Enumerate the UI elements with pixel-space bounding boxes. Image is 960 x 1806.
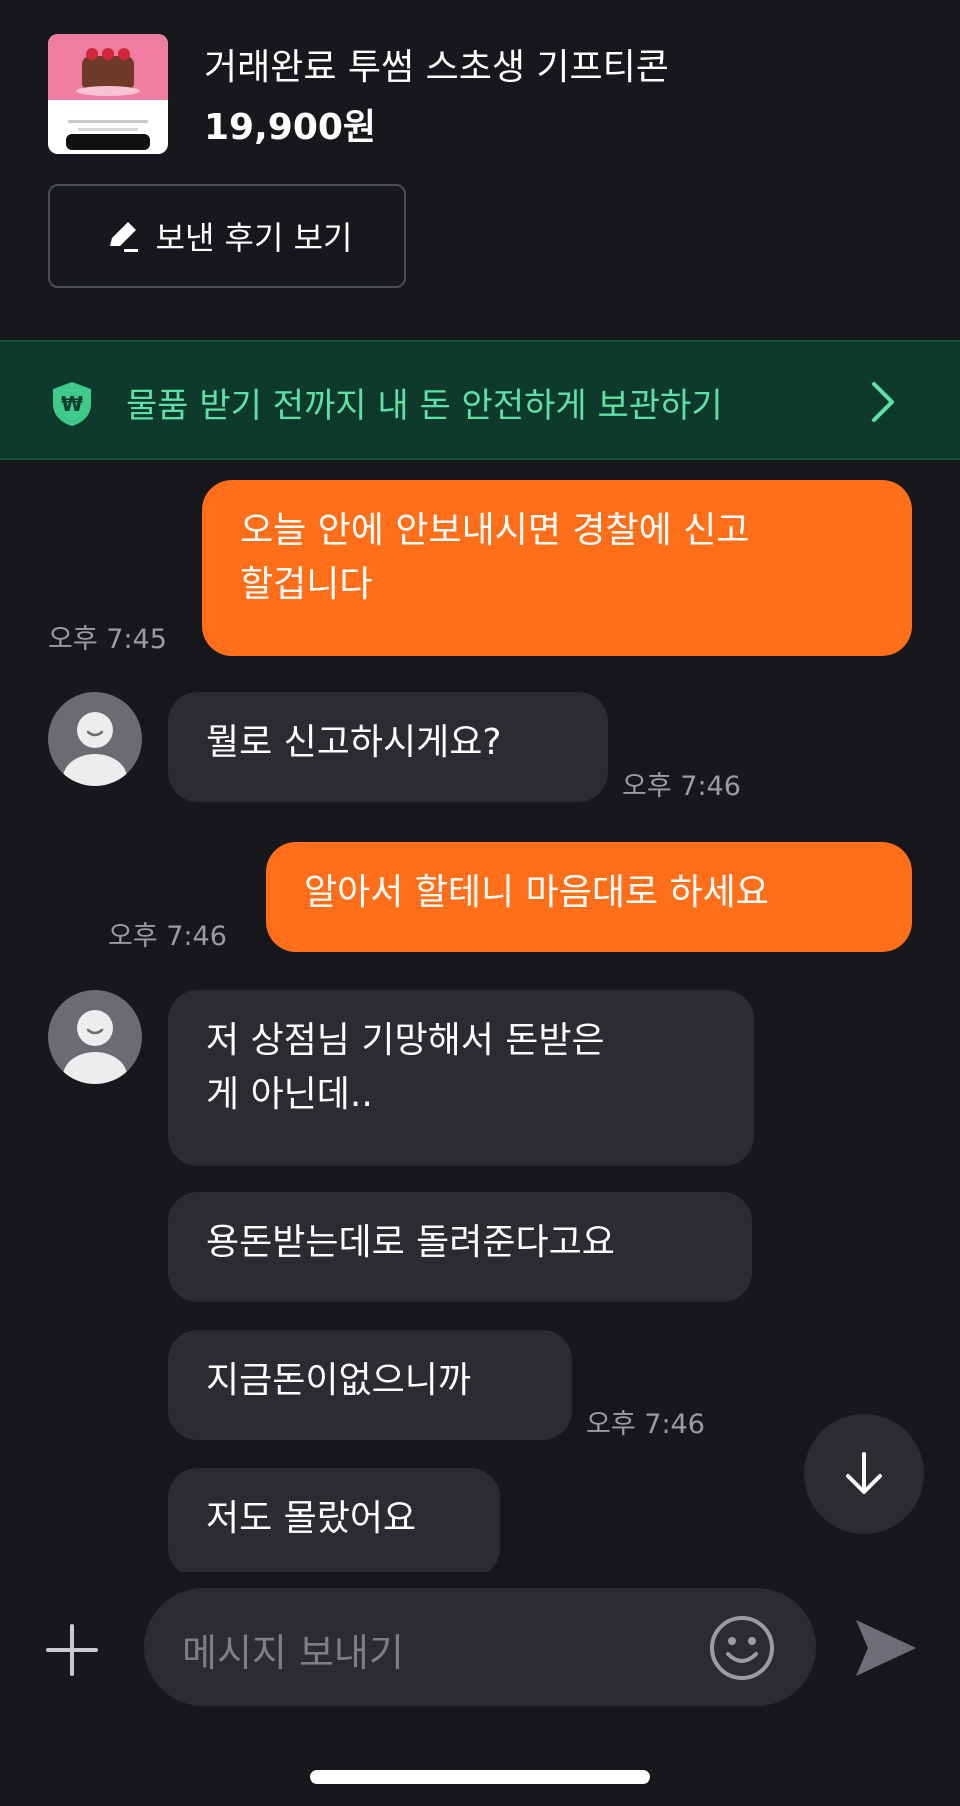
avatar[interactable]	[48, 692, 142, 786]
message-time: 오후 7:46	[108, 921, 227, 952]
default-user-icon	[63, 712, 127, 786]
pencil-icon	[109, 222, 138, 252]
outgoing-message[interactable]: 오늘 안에 안보내시면 경찰에 신고 할겁니다	[202, 480, 912, 656]
message-input-placeholder: 메시지 보내기	[182, 1631, 404, 1675]
product-thumbnail[interactable]	[48, 34, 168, 154]
default-user-icon	[63, 1010, 127, 1084]
banner-text: 물품 받기 전까지 내 돈 안전하게 보관하기	[126, 386, 723, 426]
plus-icon[interactable]	[42, 1620, 102, 1680]
incoming-message[interactable]: 용돈받는데로 돌려준다고요	[168, 1192, 752, 1302]
outgoing-message[interactable]: 알아서 할테니 마음대로 하세요	[266, 842, 912, 952]
emoji-icon[interactable]	[708, 1614, 776, 1682]
avatar[interactable]	[48, 990, 142, 1084]
message-time: 오후 7:46	[622, 771, 741, 802]
safe-payment-banner[interactable]: ₩ 물품 받기 전까지 내 돈 안전하게 보관하기	[0, 340, 960, 460]
home-indicator	[310, 1770, 650, 1784]
review-button-label: 보낸 후기 보기	[155, 219, 353, 257]
incoming-message[interactable]: 지금돈이없으니까	[168, 1330, 572, 1440]
message-list[interactable]: 오늘 안에 안보내시면 경찰에 신고 할겁니다 오후 7:45 뭘로 신고하시게…	[0, 460, 960, 1572]
incoming-message[interactable]: 저 상점님 기망해서 돈받은 게 아닌데..	[168, 990, 754, 1166]
send-icon[interactable]	[852, 1616, 920, 1680]
scroll-to-bottom-button[interactable]	[804, 1414, 924, 1534]
product-price: 19,900원	[204, 107, 377, 148]
chevron-right-icon	[872, 382, 894, 422]
view-sent-review-button[interactable]: 보낸 후기 보기	[48, 184, 406, 288]
product-header: 거래완료 투썸 스초생 기프티콘 19,900원 보낸 후기 보기	[0, 0, 960, 340]
svg-text:₩: ₩	[61, 392, 83, 416]
incoming-message[interactable]: 저도 몰랐어요	[168, 1468, 500, 1572]
message-time: 오후 7:46	[586, 1409, 705, 1440]
arrow-down-icon	[846, 1452, 882, 1494]
won-shield-icon: ₩	[53, 382, 91, 426]
incoming-message[interactable]: 뭘로 신고하시게요?	[168, 692, 608, 802]
product-title[interactable]: 거래완료 투썸 스초생 기프티콘	[204, 38, 669, 90]
message-time: 오후 7:45	[48, 624, 167, 655]
redaction-scribble	[66, 134, 150, 150]
